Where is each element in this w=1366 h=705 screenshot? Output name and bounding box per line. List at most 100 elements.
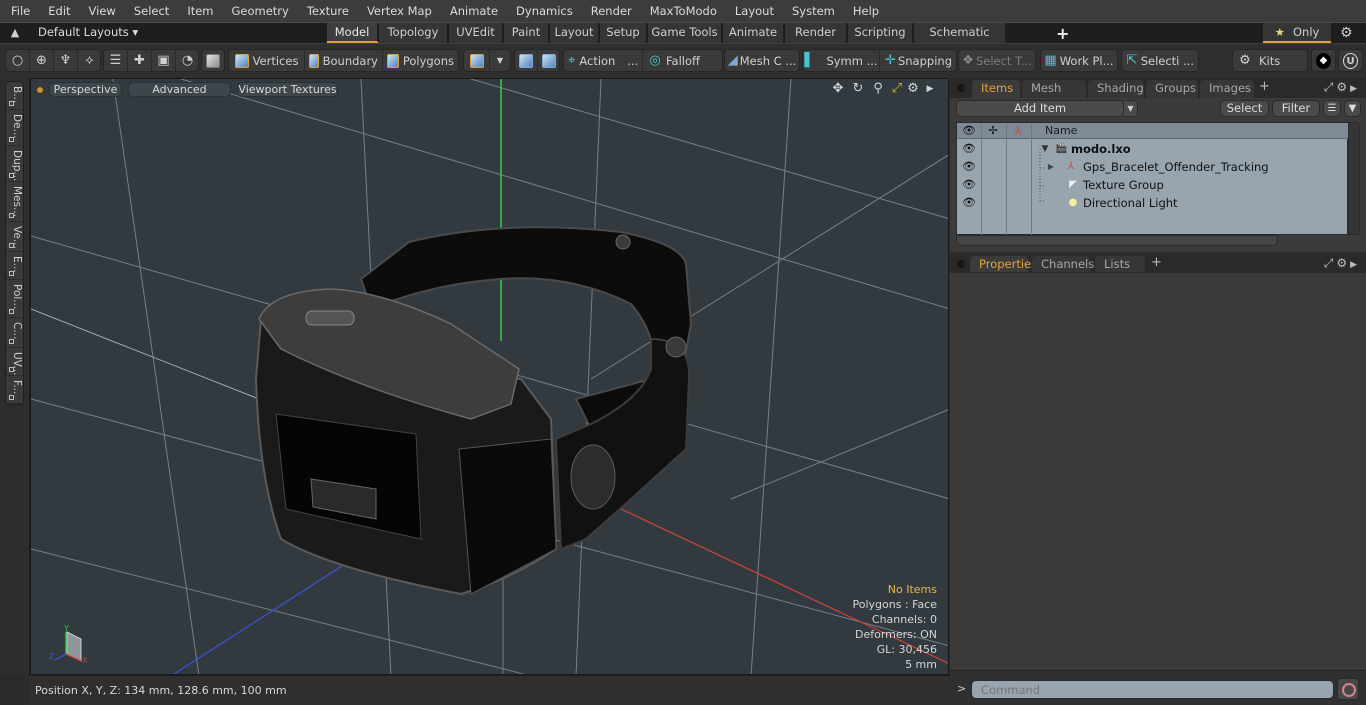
- menu-layout[interactable]: Layout: [726, 0, 783, 22]
- tab-shading[interactable]: Shading: [1088, 80, 1144, 98]
- viewport-scene[interactable]: Y X Z: [31, 79, 949, 675]
- frame-button[interactable]: ▣: [152, 50, 176, 71]
- panel-controls[interactable]: ⤢⚙▶: [1324, 80, 1360, 95]
- menu-system[interactable]: System: [783, 0, 844, 22]
- left-tab-1[interactable]: De...: [6, 110, 23, 146]
- layout-tab-layout[interactable]: Layout: [550, 23, 600, 43]
- eye-icon[interactable]: 👁: [962, 161, 976, 173]
- layout-tab-scripting[interactable]: Scripting: [848, 23, 914, 43]
- item-row-scene[interactable]: 👁 ▼ 🎬 modo.lxo: [957, 140, 1349, 158]
- command-input[interactable]: [971, 680, 1334, 699]
- left-tab-7[interactable]: C...: [6, 318, 23, 348]
- only-favorites-button[interactable]: ★ Only: [1263, 23, 1331, 43]
- menu-help[interactable]: Help: [844, 0, 888, 22]
- left-tab-8[interactable]: UV...: [6, 348, 23, 376]
- gear-icon[interactable]: ⚙: [1340, 25, 1353, 41]
- left-tab-2[interactable]: Dup...: [6, 146, 23, 182]
- record-macro-button[interactable]: [1337, 678, 1359, 700]
- item-list-horizontal-scrollbar[interactable]: [956, 235, 1278, 246]
- maximize-icon[interactable]: ⤢: [889, 81, 905, 97]
- tab-images[interactable]: Images: [1200, 80, 1254, 98]
- menu-view[interactable]: View: [80, 0, 125, 22]
- panel-options-dot[interactable]: [957, 260, 965, 268]
- layout-tab-paint[interactable]: Paint: [504, 23, 550, 43]
- maximize-panel-icon[interactable]: ⤢: [1324, 256, 1337, 270]
- add-item-dropdown[interactable]: ▼: [1124, 100, 1138, 117]
- world-transform-button[interactable]: [515, 50, 538, 71]
- left-tab-4[interactable]: Ve...: [6, 222, 23, 252]
- layout-up-icon[interactable]: ▲: [8, 26, 22, 40]
- item-row-texture-group[interactable]: 👁 ◤ Texture Group: [957, 176, 1349, 194]
- left-tab-0[interactable]: B...: [6, 82, 23, 110]
- local-transform-button[interactable]: [538, 50, 560, 71]
- type-column-icon[interactable]: ⅄: [1006, 123, 1030, 139]
- name-column-header[interactable]: Name: [1045, 123, 1077, 139]
- filter-button[interactable]: Filter: [1272, 100, 1320, 117]
- menu-item[interactable]: Item: [178, 0, 222, 22]
- layout-tab-animate[interactable]: Animate: [723, 23, 785, 43]
- menu-dynamics[interactable]: Dynamics: [507, 0, 582, 22]
- viewport-gear-icon[interactable]: ⚙: [905, 81, 921, 97]
- texture-mode-button[interactable]: Viewport Textures: [237, 82, 338, 97]
- list-options-icon[interactable]: ☰: [1323, 100, 1341, 117]
- menu-render[interactable]: Render: [582, 0, 641, 22]
- panel-gear-icon[interactable]: ⚙: [1336, 256, 1350, 270]
- item-row-light[interactable]: 👁 ● Directional Light: [957, 194, 1349, 212]
- tab-mesh-ops[interactable]: Mesh Ops: [1022, 80, 1086, 112]
- mesh-constraints-button[interactable]: ◢ Mesh C ...: [725, 50, 799, 71]
- lasso-button[interactable]: ⟡: [78, 50, 101, 71]
- left-tab-6[interactable]: Pol...: [6, 280, 23, 318]
- zoom-icon[interactable]: ⚲: [870, 81, 886, 97]
- bracelet-model[interactable]: [254, 226, 693, 596]
- modo-kit-button[interactable]: ◆: [1312, 50, 1335, 71]
- menu-maxtomodo[interactable]: MaxToModo: [641, 0, 726, 22]
- layout-tab-model[interactable]: Model: [327, 23, 379, 43]
- material-mode-dropdown[interactable]: ▼: [490, 50, 510, 71]
- add-layout-tab-button[interactable]: +: [1056, 24, 1069, 43]
- layout-tab-topology[interactable]: Topology: [379, 23, 449, 43]
- kits-button[interactable]: ⚙ Kits: [1233, 50, 1307, 71]
- unreal-kit-button[interactable]: U: [1339, 50, 1362, 71]
- add-item-button[interactable]: Add Item: [956, 100, 1124, 117]
- item-row-mesh[interactable]: 👁 ▶ ⅄ Gps_Bracelet_Offender_Tracking: [957, 158, 1349, 176]
- falloff-button[interactable]: ◎ Falloff: [643, 50, 722, 71]
- panel-gear-icon[interactable]: ⚙: [1336, 80, 1350, 94]
- sphere-button[interactable]: ⊕: [30, 50, 54, 71]
- menu-geometry[interactable]: Geometry: [223, 0, 298, 22]
- viewport-options-dot[interactable]: [37, 87, 43, 93]
- menu-edit[interactable]: Edit: [39, 0, 79, 22]
- add-tab-icon[interactable]: +: [1259, 79, 1270, 94]
- pen-button[interactable]: ♆: [54, 50, 78, 71]
- item-list-vertical-scrollbar[interactable]: [1348, 122, 1360, 235]
- dial-button[interactable]: ◔: [176, 50, 199, 71]
- layout-selector[interactable]: Default Layouts ▾: [38, 25, 138, 39]
- menu-select[interactable]: Select: [125, 0, 178, 22]
- layout-tab-render[interactable]: Render: [785, 23, 848, 43]
- polygons-button[interactable]: Polygons: [383, 50, 458, 71]
- panel-options-dot[interactable]: [957, 84, 965, 92]
- left-tab-3[interactable]: Mes...: [6, 182, 23, 222]
- menu-texture[interactable]: Texture: [298, 0, 358, 22]
- lock-column-icon[interactable]: ✢: [981, 123, 1005, 139]
- align-button[interactable]: ☰: [104, 50, 128, 71]
- symmetry-button[interactable]: ▌ Symm ...: [803, 50, 880, 71]
- item-mode-button[interactable]: [202, 50, 224, 71]
- layout-tab-game-tools[interactable]: Game Tools: [648, 23, 723, 43]
- shading-mode-button[interactable]: Advanced: [128, 82, 231, 97]
- snapping-button[interactable]: ✛ Snapping: [880, 50, 956, 71]
- viewport-expand-arrow-icon[interactable]: ▶: [922, 81, 938, 97]
- vertices-button[interactable]: Vertices: [229, 50, 305, 71]
- filter-funnel-icon[interactable]: ▼: [1344, 100, 1361, 117]
- panel-arrow-icon[interactable]: ▶: [1350, 84, 1360, 94]
- add-tab-icon[interactable]: +: [1151, 255, 1162, 270]
- rotate-icon[interactable]: ↻: [850, 81, 866, 97]
- visibility-column-icon[interactable]: 👁: [957, 123, 981, 139]
- menu-file[interactable]: File: [0, 0, 39, 22]
- menu-vertex-map[interactable]: Vertex Map: [358, 0, 441, 22]
- layout-tab-schematic-fusion[interactable]: Schematic Fusion: [914, 23, 1007, 58]
- left-tab-5[interactable]: E...: [6, 252, 23, 280]
- layout-tab-uvedit[interactable]: UVEdit: [449, 23, 504, 43]
- left-tab-9[interactable]: F...: [6, 376, 23, 404]
- boundary-button[interactable]: Boundary: [305, 50, 383, 71]
- material-mode-button[interactable]: [464, 50, 490, 71]
